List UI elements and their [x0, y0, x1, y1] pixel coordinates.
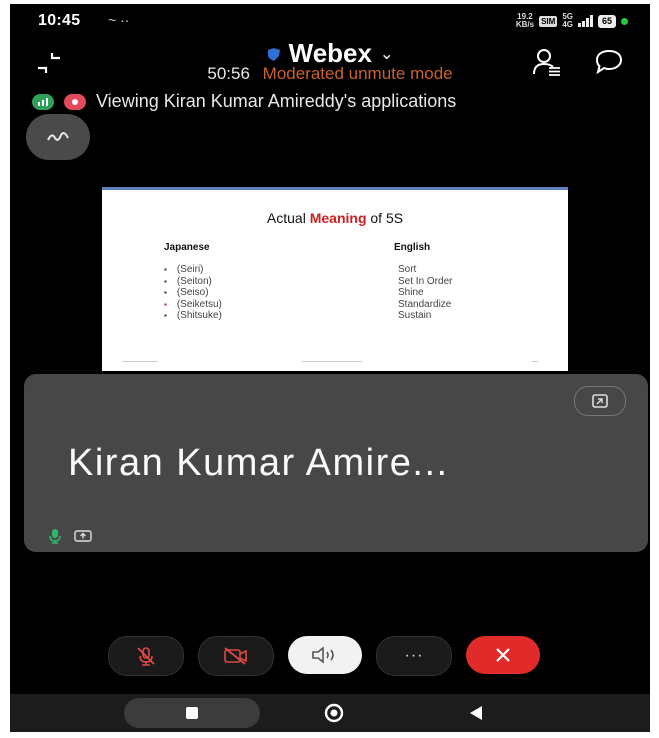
privacy-indicator-icon	[621, 17, 628, 25]
english-item: Sustain	[398, 310, 432, 321]
english-item: Sort	[398, 264, 417, 275]
annotation-button[interactable]	[26, 114, 90, 160]
video-button[interactable]	[198, 636, 274, 676]
status-bar: 10:45 ~ ·· 19.2 KB/s SIM 5G 4G 65	[10, 4, 650, 38]
microphone-icon	[49, 529, 61, 544]
screen-share-icon	[74, 530, 92, 542]
square-icon	[186, 707, 198, 719]
english-header: English	[394, 242, 431, 253]
more-icon: ···	[404, 647, 424, 664]
unmute-mode-label: Moderated unmute mode	[262, 64, 453, 83]
speaker-icon	[312, 646, 334, 664]
participant-video-tile[interactable]: Kiran Kumar Amire...	[24, 374, 648, 552]
status-time: 10:45	[38, 12, 81, 29]
expand-icon	[592, 394, 608, 408]
shield-icon	[267, 47, 280, 61]
slide-footer	[122, 361, 548, 363]
participant-name: Kiran Kumar Amire...	[68, 442, 449, 484]
sim-icon: SIM	[539, 15, 558, 27]
english-item: Shine	[398, 287, 424, 298]
notification-icons: ~ ··	[108, 12, 130, 28]
home-button[interactable]	[316, 698, 352, 728]
microphone-muted-icon	[137, 647, 155, 666]
battery-icon: 65	[597, 14, 616, 28]
network-speed: 19.2 KB/s	[515, 12, 535, 29]
japanese-item: (Seiton)	[164, 276, 222, 288]
japanese-item: (Seiso)	[164, 287, 222, 299]
audio-stats-icon[interactable]	[32, 93, 54, 110]
recording-icon[interactable]	[64, 93, 86, 110]
english-item: Standardize	[398, 298, 452, 310]
sharing-indicator: Viewing Kiran Kumar Amireddy's applicati…	[32, 91, 456, 112]
video-off-icon	[224, 647, 247, 665]
phone-screen: 10:45 ~ ·· 19.2 KB/s SIM 5G 4G 65 Webex …	[10, 4, 650, 732]
more-options-button[interactable]: ···	[376, 636, 452, 676]
participants-icon[interactable]	[532, 48, 562, 76]
signal-icon	[577, 15, 593, 27]
sharing-text: Viewing Kiran Kumar Amireddy's applicati…	[96, 91, 457, 111]
triangle-back-icon	[470, 706, 482, 720]
japanese-item: (Seiri)	[164, 264, 222, 276]
meeting-timer: 50:56	[207, 64, 250, 83]
squiggle-icon	[47, 132, 69, 141]
english-list: Sort Set In Order Shine Standardize Sust…	[398, 264, 452, 322]
status-right: 19.2 KB/s SIM 5G 4G 65	[516, 13, 628, 29]
android-navigation-bar	[10, 694, 650, 732]
shared-slide: Actual Meaning of 5S Japanese English (S…	[102, 187, 568, 371]
japanese-item: (Shitsuke)	[164, 310, 222, 322]
expand-button[interactable]	[574, 386, 626, 416]
recent-apps-button[interactable]	[124, 698, 260, 728]
call-controls: ···	[108, 636, 540, 676]
japanese-item: (Seiketsu)	[164, 299, 222, 311]
chat-icon[interactable]	[594, 48, 624, 76]
mute-button[interactable]	[108, 636, 184, 676]
slide-title: Actual Meaning of 5S	[266, 210, 404, 226]
english-item: Set In Order	[398, 275, 453, 287]
speaker-button[interactable]	[288, 636, 362, 674]
japanese-list: (Seiri) (Seiton) (Seiso) (Seiketsu) (Shi…	[164, 264, 222, 322]
japanese-header: Japanese	[164, 242, 210, 253]
leave-meeting-button[interactable]	[466, 636, 540, 674]
circle-icon	[324, 703, 344, 723]
back-button[interactable]	[458, 698, 494, 728]
close-icon	[496, 648, 510, 662]
chevron-down-icon: ⌄	[379, 45, 394, 63]
network-type: 5G 4G	[562, 12, 573, 29]
